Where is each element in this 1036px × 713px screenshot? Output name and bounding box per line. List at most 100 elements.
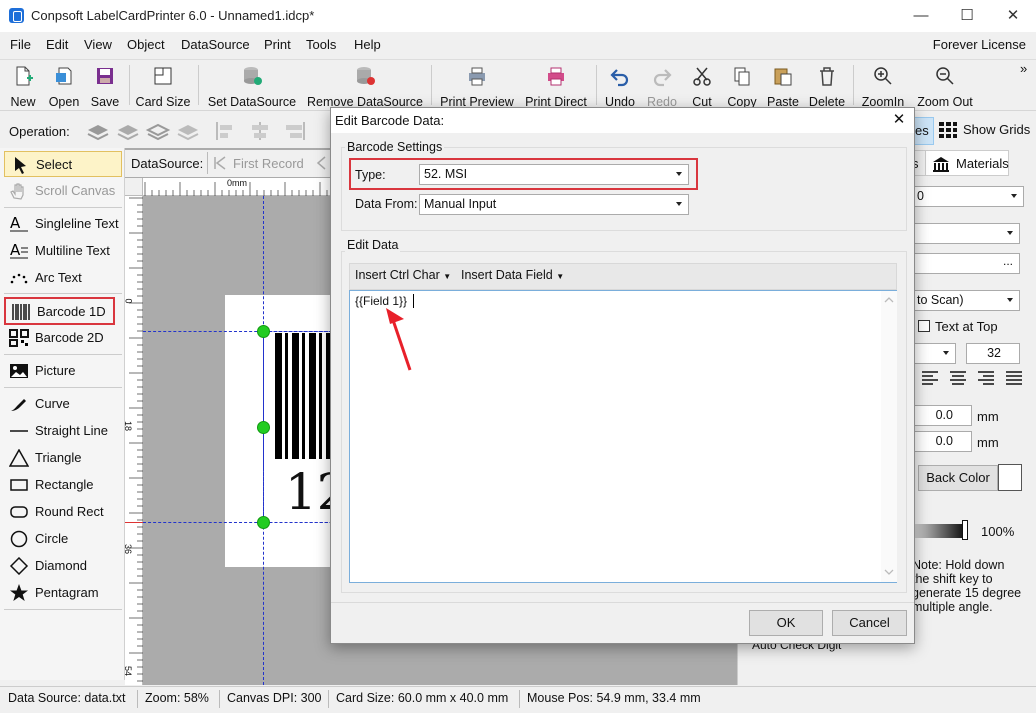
tool-picture[interactable]: Picture [4, 358, 122, 384]
delete-button[interactable]: Delete [806, 62, 848, 109]
zoom-in-icon [874, 67, 892, 85]
copy-button[interactable]: Copy [723, 62, 761, 109]
tool-triangle[interactable]: Triangle [4, 445, 122, 471]
opacity-slider-track[interactable] [912, 524, 964, 538]
panel-tab-materials[interactable]: Materials [925, 150, 1009, 176]
barcode-data-textarea[interactable]: {{Field 1}} [349, 290, 897, 583]
back-color-button[interactable]: Back Color [918, 465, 998, 491]
open-button[interactable]: Open [44, 62, 84, 109]
tool-barcode-1d[interactable]: Barcode 1D [4, 297, 115, 325]
menu-file[interactable]: File [10, 37, 31, 52]
barcode-type-select[interactable]: 52. MSI [419, 164, 689, 185]
edit-data-label: Edit Data [345, 238, 401, 252]
insert-data-field-menu[interactable]: Insert Data Field ▼ [461, 268, 564, 282]
panel-combo-1[interactable]: 0 [912, 186, 1024, 207]
print-preview-button[interactable]: Print Preview [437, 62, 517, 109]
cut-button[interactable]: Cut [684, 62, 720, 109]
close-button[interactable]: ✕ [990, 0, 1036, 32]
tool-multiline-text[interactable]: A Multiline Text [4, 238, 122, 264]
menu-help[interactable]: Help [354, 37, 381, 52]
tool-label: Rectangle [35, 477, 94, 492]
menu-tools[interactable]: Tools [306, 37, 336, 52]
maximize-button[interactable]: ☐ [944, 0, 990, 32]
resize-handle[interactable] [257, 325, 270, 338]
zoom-out-icon [936, 67, 954, 85]
save-button[interactable]: Save [86, 62, 124, 109]
tool-singleline-text[interactable]: A Singleline Text [4, 211, 122, 237]
ruler-top: 0mm [143, 178, 333, 196]
set-datasource-button[interactable]: Set DataSource [204, 62, 300, 109]
remove-datasource-button[interactable]: Remove DataSource [304, 62, 426, 109]
first-record-button[interactable]: First Record [233, 156, 304, 171]
ok-button[interactable]: OK [749, 610, 823, 636]
toolbar-separator [198, 65, 199, 105]
menu-datasource[interactable]: DataSource [181, 37, 250, 52]
data-from-select[interactable]: Manual Input [419, 194, 689, 215]
tool-round-rect[interactable]: Round Rect [4, 499, 122, 525]
text-align-icons[interactable] [920, 368, 1026, 388]
menu-object[interactable]: Object [127, 37, 165, 52]
zoom-out-button[interactable]: Zoom Out [912, 62, 978, 109]
show-grids-button[interactable]: Show Grids [963, 122, 1030, 137]
menu-view[interactable]: View [84, 37, 112, 52]
text-icon: A [10, 215, 28, 232]
resize-handle[interactable] [257, 421, 270, 434]
undo-button[interactable]: Undo [600, 62, 640, 109]
text-at-top-label: Text at Top [935, 319, 998, 334]
tool-label: Scroll Canvas [35, 183, 116, 198]
rectangle-icon [10, 479, 28, 491]
open-icon [56, 67, 72, 85]
copy-icon [734, 67, 750, 86]
ruler-left: 0 18 36 54 [123, 196, 143, 685]
tool-diamond[interactable]: Diamond [4, 553, 122, 579]
barcode-object[interactable]: 12 [263, 331, 333, 523]
tool-circle[interactable]: Circle [4, 526, 122, 552]
new-button[interactable]: New [4, 62, 42, 109]
trash-icon [820, 67, 834, 86]
redo-button[interactable]: Redo [642, 62, 682, 109]
y-offset-spinner[interactable]: 0.0 [912, 431, 972, 452]
minimize-button[interactable]: — [898, 0, 944, 32]
tab-partial[interactable]: es [913, 117, 934, 145]
tool-pentagram[interactable]: Pentagram [4, 580, 122, 606]
tool-curve[interactable]: Curve [4, 391, 122, 417]
scan-mode-combo[interactable]: to Scan) [912, 290, 1020, 311]
new-icon [16, 66, 33, 86]
toolbar-overflow-icon[interactable]: » [1020, 61, 1027, 76]
font-size-spinner[interactable]: 32 [966, 343, 1020, 364]
tool-straight-line[interactable]: Straight Line [4, 418, 122, 444]
zoom-in-button[interactable]: ZoomIn [858, 62, 908, 109]
text-at-top-checkbox[interactable] [918, 320, 930, 332]
circle-icon [10, 530, 28, 548]
opacity-slider-thumb[interactable] [962, 520, 968, 540]
panel-combo-2[interactable] [912, 223, 1020, 244]
font-combo[interactable] [912, 343, 956, 364]
scroll-up-icon[interactable] [884, 295, 894, 303]
type-label: Type: [355, 168, 386, 182]
align-icons [216, 122, 305, 140]
tool-scroll-canvas[interactable]: Scroll Canvas [4, 178, 122, 204]
menu-print[interactable]: Print [264, 37, 291, 52]
print-direct-button[interactable]: Print Direct [521, 62, 591, 109]
ruler-left-ticks [129, 197, 143, 682]
cancel-button[interactable]: Cancel [832, 610, 907, 636]
scroll-down-icon[interactable] [884, 569, 894, 577]
insert-ctrl-char-menu[interactable]: Insert Ctrl Char ▼ [355, 268, 451, 282]
x-offset-spinner[interactable]: 0.0 [912, 405, 972, 426]
menu-edit[interactable]: Edit [46, 37, 68, 52]
toolbar-separator [129, 65, 130, 105]
textarea-scrollbar[interactable] [881, 291, 897, 582]
license-label: Forever License [932, 37, 1026, 52]
back-color-swatch[interactable] [998, 464, 1022, 491]
paste-button[interactable]: Paste [763, 62, 803, 109]
dialog-close-button[interactable]: ✕ [884, 110, 914, 132]
card-size-button[interactable]: Card Size [134, 62, 192, 109]
tool-select[interactable]: Select [4, 151, 122, 177]
tool-arc-text[interactable]: Arc Text [4, 265, 122, 291]
resize-handle[interactable] [257, 516, 270, 529]
tool-rectangle[interactable]: Rectangle [4, 472, 122, 498]
toolbar-separator [431, 65, 432, 105]
card-size-icon [154, 67, 172, 85]
panel-ellipsis-field[interactable]: ... [912, 253, 1020, 274]
tool-barcode-2d[interactable]: Barcode 2D [4, 325, 122, 351]
